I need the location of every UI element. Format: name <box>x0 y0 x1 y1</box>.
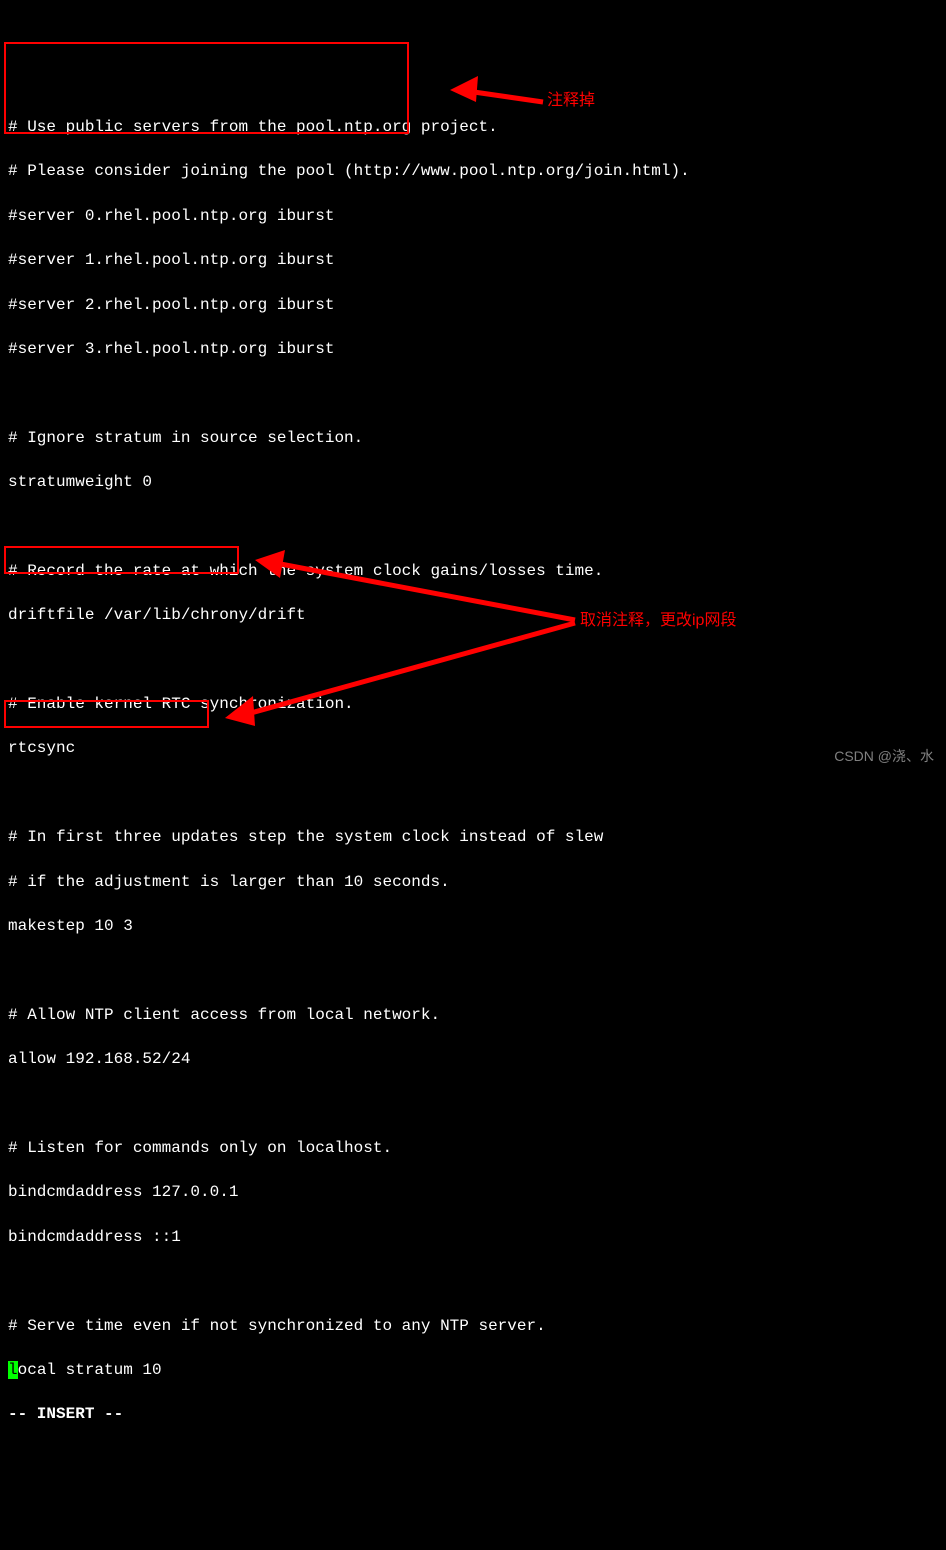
config-line: driftfile /var/lib/chrony/drift <box>8 604 938 626</box>
config-line: #server 3.rhel.pool.ntp.org iburst <box>8 338 938 360</box>
config-line: # Enable kernel RTC synchronization. <box>8 693 938 715</box>
config-line <box>8 1270 938 1292</box>
vim-mode-indicator: -- INSERT -- <box>8 1403 938 1425</box>
config-line <box>8 1093 938 1115</box>
config-line: bindcmdaddress 127.0.0.1 <box>8 1181 938 1203</box>
config-line: # Listen for commands only on localhost. <box>8 1137 938 1159</box>
config-text: ocal stratum 10 <box>18 1361 162 1379</box>
config-line: stratumweight 0 <box>8 471 938 493</box>
cursor-block: l <box>8 1361 18 1379</box>
config-line: # Please consider joining the pool (http… <box>8 160 938 182</box>
config-line: # In first three updates step the system… <box>8 826 938 848</box>
config-line: #server 0.rhel.pool.ntp.org iburst <box>8 205 938 227</box>
config-line: # Serve time even if not synchronized to… <box>8 1315 938 1337</box>
config-line <box>8 515 938 537</box>
annotation-uncomment-ip: 取消注释，更改ip网段 <box>580 610 736 632</box>
config-line: # Ignore stratum in source selection. <box>8 427 938 449</box>
annotation-comment-out: 注释掉 <box>547 90 595 112</box>
config-line-cursor: local stratum 10 <box>8 1359 938 1381</box>
config-line: bindcmdaddress ::1 <box>8 1226 938 1248</box>
config-line: # if the adjustment is larger than 10 se… <box>8 871 938 893</box>
config-line: allow 192.168.52/24 <box>8 1048 938 1070</box>
config-line <box>8 782 938 804</box>
watermark-text: CSDN @浇、水 <box>834 747 934 767</box>
config-line: rtcsync <box>8 737 938 759</box>
config-line: #server 2.rhel.pool.ntp.org iburst <box>8 294 938 316</box>
config-line <box>8 649 938 671</box>
config-line: # Use public servers from the pool.ntp.o… <box>8 116 938 138</box>
config-line: # Record the rate at which the system cl… <box>8 560 938 582</box>
config-line: # Allow NTP client access from local net… <box>8 1004 938 1026</box>
config-line: #server 1.rhel.pool.ntp.org iburst <box>8 249 938 271</box>
terminal-output[interactable]: # Use public servers from the pool.ntp.o… <box>8 94 938 1448</box>
config-line: makestep 10 3 <box>8 915 938 937</box>
config-line <box>8 959 938 981</box>
config-line <box>8 382 938 404</box>
